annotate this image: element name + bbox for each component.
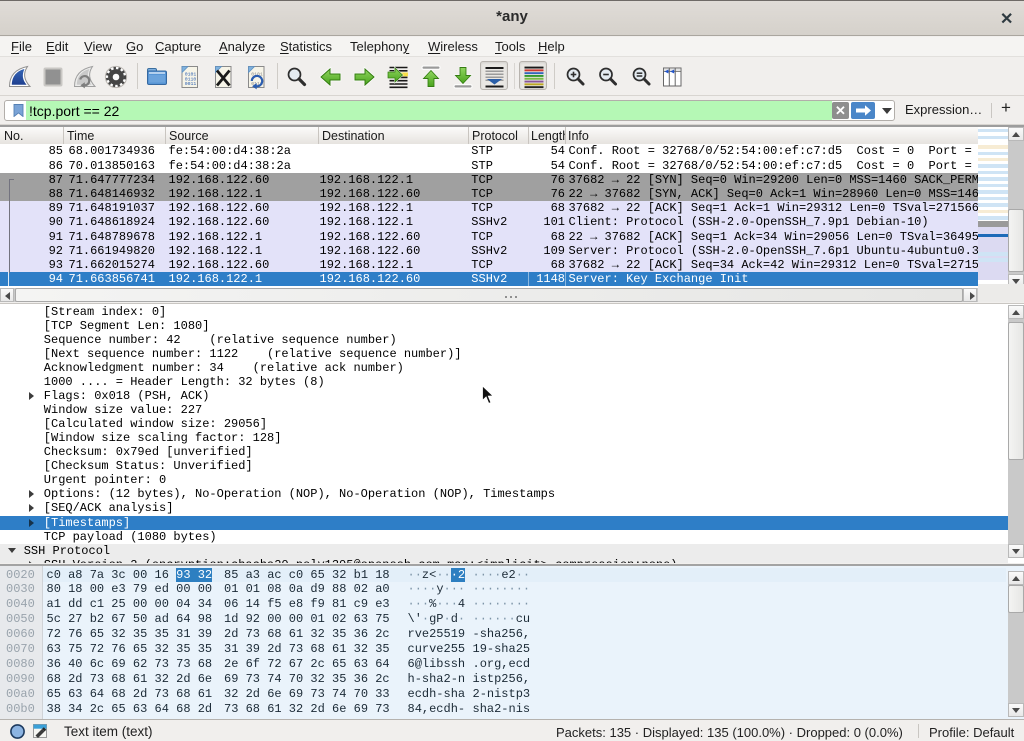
svg-text:0011: 0011 (185, 81, 197, 87)
